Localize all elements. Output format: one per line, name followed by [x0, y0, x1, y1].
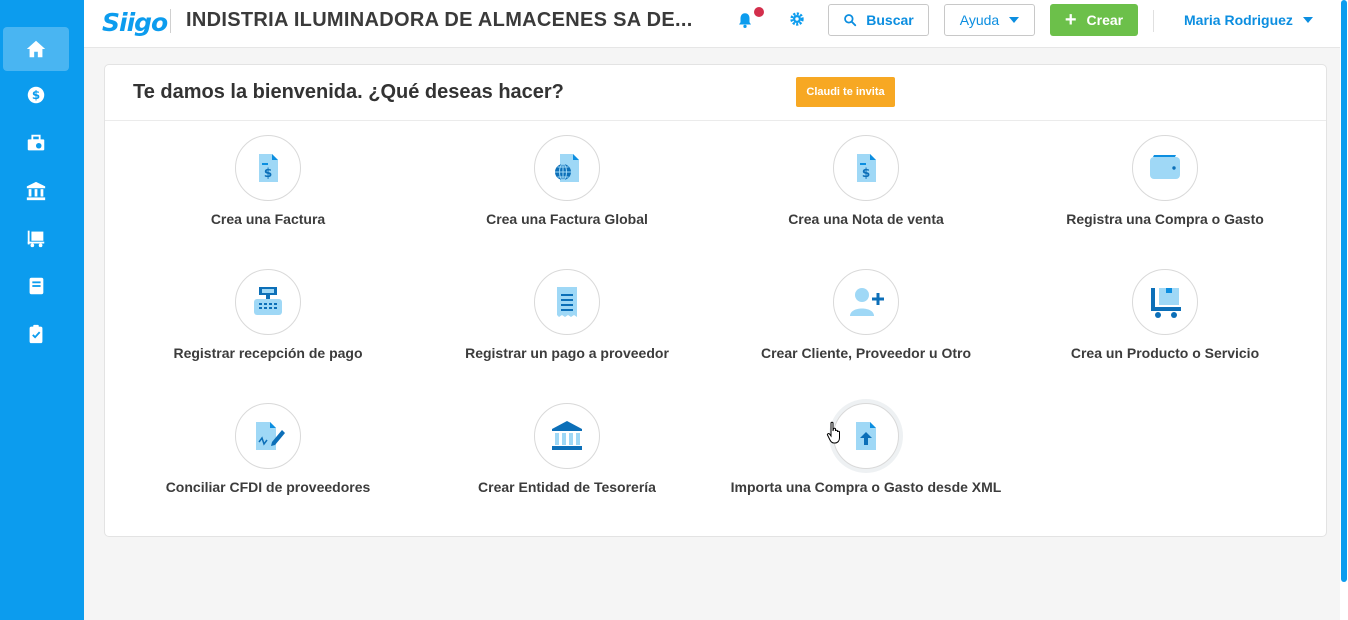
- sidebar-item-banks[interactable]: [3, 169, 69, 213]
- action-label: Crea un Producto o Servicio: [1070, 345, 1260, 361]
- welcome-title: Te damos la bienvenida. ¿Qué deseas hace…: [133, 81, 564, 103]
- truck-box-icon: [27, 230, 45, 248]
- action-register-supplier-payment[interactable]: Registrar un pago a proveedor: [417, 269, 717, 361]
- action-icon-circle: [833, 269, 899, 335]
- action-label: Registrar recepción de pago: [173, 345, 363, 361]
- sidebar: $: [0, 0, 84, 620]
- action-label: Conciliar CFDI de proveedores: [165, 479, 371, 495]
- wallet-icon: [1150, 155, 1180, 179]
- action-icon-circle: [1132, 135, 1198, 201]
- action-icon-circle: [534, 135, 600, 201]
- action-create-sales-note[interactable]: $ Crea una Nota de venta: [716, 135, 1016, 227]
- product-cart-icon: [1151, 288, 1181, 318]
- scrollbar-thumb[interactable]: [1341, 0, 1347, 582]
- action-create-contact[interactable]: Crear Cliente, Proveedor u Otro: [716, 269, 1016, 361]
- header-divider-right: [1153, 10, 1154, 32]
- bell-icon[interactable]: [736, 11, 754, 29]
- sales-note-icon: $: [857, 154, 876, 182]
- user-name: Maria Rodriguez: [1184, 12, 1293, 28]
- chevron-down-icon: [1009, 17, 1020, 23]
- action-create-product[interactable]: Crea un Producto o Servicio: [1015, 269, 1315, 361]
- logo-text: Siigo: [102, 8, 168, 37]
- action-register-payment-receipt[interactable]: Registrar recepción de pago: [118, 269, 418, 361]
- action-label: Registra una Compra o Gasto: [1066, 211, 1264, 227]
- bank-icon: [26, 181, 46, 201]
- search-icon: [844, 14, 857, 27]
- action-label: Crear Entidad de Tesorería: [478, 479, 656, 495]
- action-icon-circle: [235, 269, 301, 335]
- action-reconcile-cfdi[interactable]: Conciliar CFDI de proveedores: [118, 403, 418, 495]
- chevron-down-icon: [1302, 17, 1313, 23]
- sidebar-item-sales[interactable]: $: [3, 73, 69, 117]
- sidebar-item-accounting[interactable]: [3, 264, 69, 308]
- action-icon-circle: $: [833, 135, 899, 201]
- search-button-label: Buscar: [866, 12, 914, 28]
- upload-file-icon: [856, 422, 876, 450]
- book-icon: [29, 277, 44, 295]
- action-create-global-invoice[interactable]: Crea una Factura Global: [417, 135, 717, 227]
- svg-text:$: $: [32, 88, 40, 102]
- claudi-invite-button[interactable]: Claudi te invita: [796, 77, 895, 107]
- action-icon-circle: [534, 403, 600, 469]
- help-label: Ayuda: [959, 12, 1000, 28]
- action-icon-circle: [235, 403, 301, 469]
- top-header: Siigo INDISTRIA ILUMINADORA DE ALMACENES…: [84, 0, 1340, 48]
- action-create-treasury-entity[interactable]: Crear Entidad de Tesorería: [417, 403, 717, 495]
- hand-cursor-icon: [826, 421, 840, 444]
- action-create-invoice[interactable]: $ Crea una Factura: [118, 135, 418, 227]
- action-label: Crear Cliente, Proveedor u Otro: [760, 345, 972, 361]
- action-label: Importa una Compra o Gasto desde XML: [730, 479, 1002, 495]
- clipboard-check-icon: [29, 324, 43, 344]
- home-icon: [26, 40, 46, 58]
- receipt-icon: [557, 287, 577, 317]
- company-name: INDISTRIA ILUMINADORA DE ALMACENES SA DE…: [186, 9, 693, 31]
- briefcase-icon: [27, 134, 45, 151]
- action-label: Crea una Factura Global: [486, 211, 648, 227]
- svg-text:$: $: [264, 166, 272, 180]
- action-icon-circle: [1132, 269, 1198, 335]
- action-label: Registrar un pago a proveedor: [465, 345, 669, 361]
- help-dropdown[interactable]: Ayuda: [944, 4, 1035, 36]
- gear-icon[interactable]: [789, 11, 805, 27]
- sidebar-item-home[interactable]: [3, 27, 69, 71]
- cash-register-icon: [254, 287, 282, 315]
- dollar-icon: $: [27, 86, 45, 104]
- plus-icon: +: [1064, 9, 1077, 31]
- action-icon-circle: [534, 269, 600, 335]
- welcome-card: Te damos la bienvenida. ¿Qué deseas hace…: [104, 64, 1327, 537]
- create-button[interactable]: + Crear: [1050, 4, 1138, 36]
- page-scrollbar[interactable]: [1340, 0, 1348, 620]
- action-import-xml[interactable]: Importa una Compra o Gasto desde XML: [716, 403, 1016, 495]
- bank-icon: [552, 421, 582, 450]
- card-header: Te damos la bienvenida. ¿Qué deseas hace…: [105, 65, 1326, 121]
- global-invoice-icon: [555, 154, 579, 182]
- header-divider: [170, 9, 171, 33]
- action-label: Crea una Factura: [210, 211, 326, 227]
- sidebar-item-purchases[interactable]: [3, 121, 69, 165]
- create-button-label: Crear: [1086, 12, 1124, 28]
- action-icon-circle: $: [235, 135, 301, 201]
- notification-badge: [754, 7, 764, 17]
- action-label: Crea una Nota de venta: [788, 211, 944, 227]
- search-button[interactable]: Buscar: [828, 4, 929, 36]
- invoice-icon: $: [259, 154, 278, 182]
- svg-text:$: $: [862, 166, 870, 180]
- sidebar-item-reports[interactable]: [3, 312, 69, 356]
- add-user-icon: [850, 288, 884, 316]
- siigo-logo[interactable]: Siigo: [102, 6, 168, 40]
- user-menu[interactable]: Maria Rodriguez: [1184, 12, 1313, 28]
- action-register-purchase[interactable]: Registra una Compra o Gasto: [1015, 135, 1315, 227]
- sidebar-item-inventory[interactable]: [3, 216, 69, 260]
- signed-document-icon: [256, 422, 285, 450]
